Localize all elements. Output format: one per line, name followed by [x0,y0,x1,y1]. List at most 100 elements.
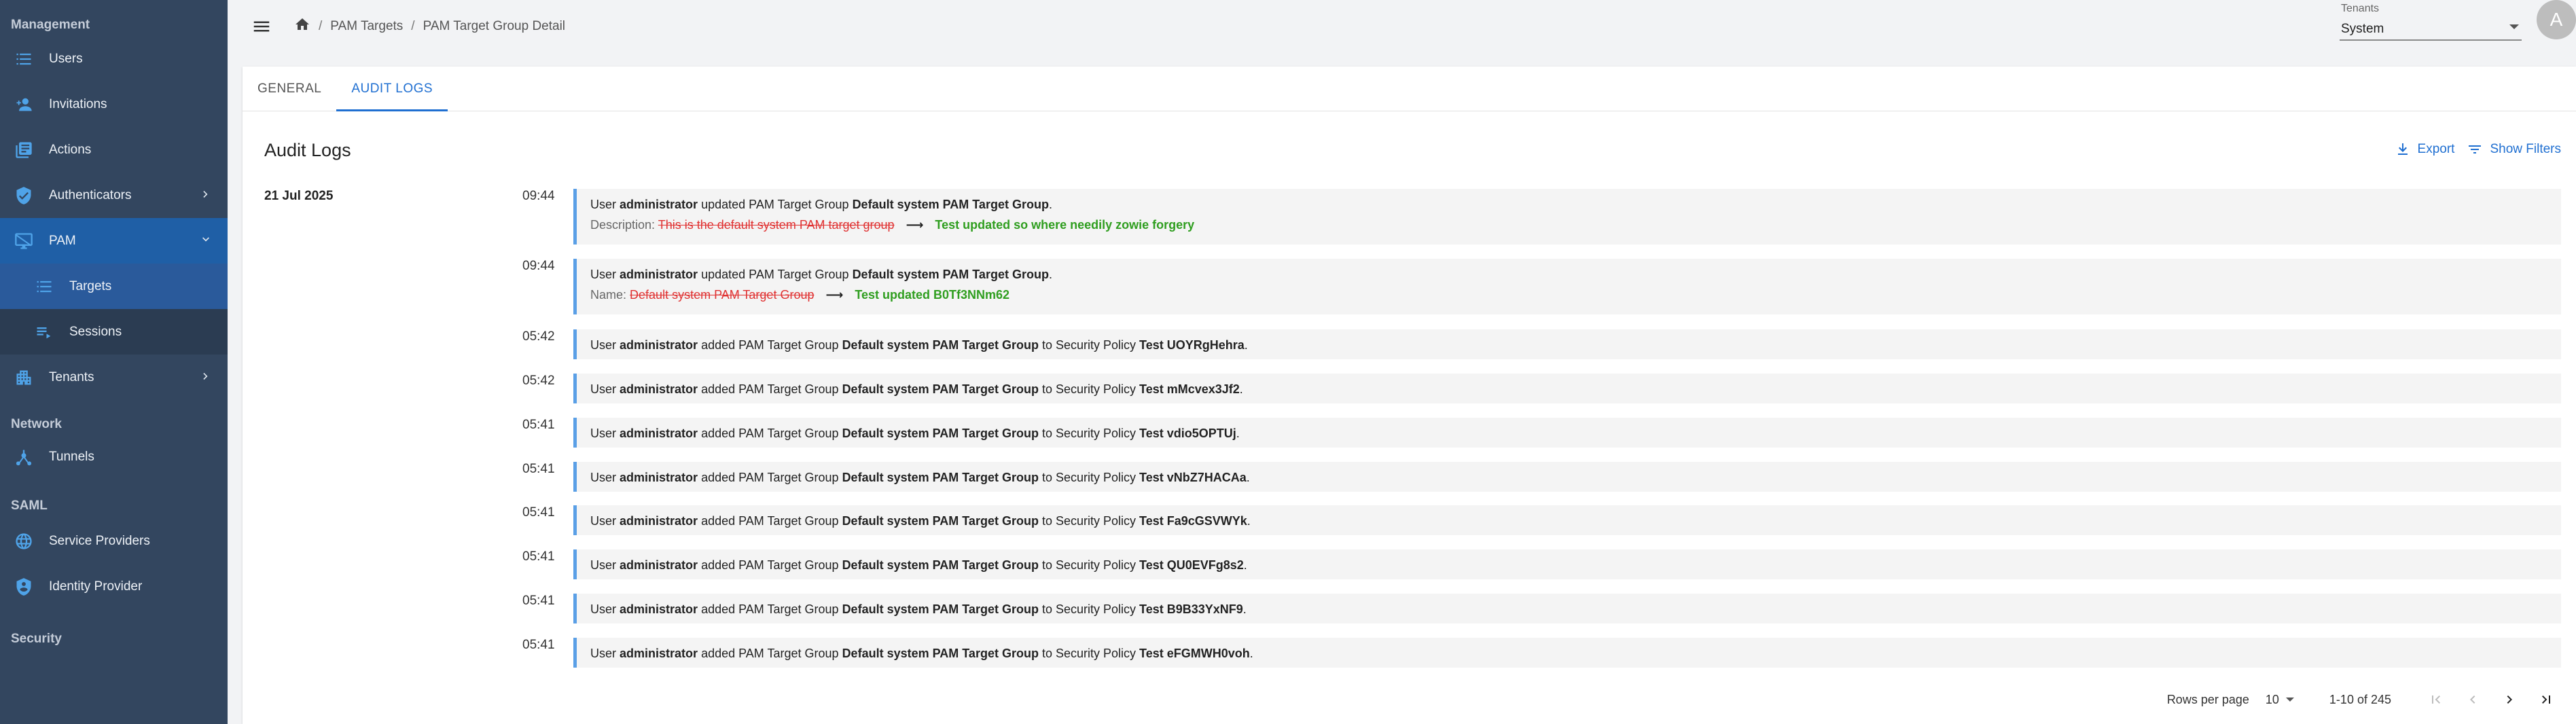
sidebar-item-label: Tenants [49,369,94,384]
log-entry: 05:42 User administrator added PAM Targe… [522,329,2561,359]
shield-check-icon [14,185,34,206]
download-icon [2397,143,2408,155]
log-policy: Test vNbZ7HACAa [1139,471,1247,484]
top-bar: / PAM Targets / PAM Target Group Detail … [228,0,2576,53]
tenant-select[interactable]: Tenants System [2340,1,2522,41]
log-text: User [590,602,617,616]
tab-general[interactable]: GENERAL [243,67,336,111]
sidebar-item-label: Tunnels [49,450,94,464]
sidebar-item-invitations[interactable]: Invitations [0,82,228,127]
sidebar-item-label: Targets [69,278,112,293]
hub-icon [14,447,34,467]
first-page-button[interactable] [2421,685,2451,714]
sidebar-item-label: Users [49,51,83,66]
log-target-group: Default system PAM Target Group [842,602,1039,616]
apartment-icon [14,367,34,388]
breadcrumb: / PAM Targets / PAM Target Group Detail [294,16,565,37]
log-time: 09:44 [522,189,555,203]
rows-per-page-select[interactable]: 10 [2266,693,2294,707]
sidebar-item-targets[interactable]: Targets [0,264,228,309]
desktop-access-disabled-icon [14,231,34,251]
sidebar-item-sessions[interactable]: Sessions [0,309,228,355]
log-time: 05:41 [522,462,555,476]
log-time: 05:41 [522,549,555,564]
home-icon[interactable] [294,16,310,37]
log-time: 05:41 [522,594,555,608]
sidebar-item-actions[interactable]: Actions [0,127,228,173]
log-policy: Test QU0EVFg8s2 [1139,558,1244,572]
last-page-button[interactable] [2531,685,2561,714]
log-text: User [590,558,617,572]
log-content: User administrator updated PAM Target Gr… [573,189,2561,245]
menu-icon[interactable] [248,13,275,40]
log-text: to Security Policy [1041,382,1137,396]
breadcrumb-separator: / [411,19,415,33]
log-old-value: This is the default system PAM target gr… [658,218,895,232]
sidebar-item-identity-provider[interactable]: Identity Provider [0,564,228,609]
log-time: 05:41 [522,505,555,520]
log-content: User administrator added PAM Target Grou… [573,549,2561,579]
sidebar-item-label: Service Providers [49,533,150,548]
log-user: administrator [620,268,698,281]
log-text: . [1242,602,1247,616]
log-text: User [590,268,617,281]
sidebar-item-label: Authenticators [49,187,132,202]
sidebar-item-authenticators[interactable]: Authenticators [0,173,228,218]
log-user: administrator [620,382,698,396]
rows-per-page-value: 10 [2265,692,2279,706]
log-text: to Security Policy [1041,558,1137,572]
log-text: added PAM Target Group [701,558,839,572]
sidebar-item-tunnels[interactable]: Tunnels [0,437,228,477]
section-title: Audit Logs [264,140,351,160]
sidebar-item-label: Identity Provider [49,579,143,594]
log-text: to Security Policy [1041,602,1137,616]
sidebar-item-tenants[interactable]: Tenants [0,355,228,400]
log-policy: Test B9B33YxNF9 [1139,602,1243,616]
log-text: added PAM Target Group [701,427,839,440]
log-new-value: Test updated B0Tf3NNm62 [855,288,1010,302]
log-content: User administrator added PAM Target Grou… [573,638,2561,668]
detail-card: GENERAL AUDIT LOGS Audit Logs Export Sho… [243,67,2576,724]
show-filters-button[interactable]: Show Filters [2467,141,2561,158]
sidebar-item-service-providers[interactable]: Service Providers [0,518,228,564]
globe-icon [14,531,34,551]
log-entry: 05:41 User administrator added PAM Targe… [522,638,2561,668]
log-text: . [1048,268,1052,281]
breadcrumb-pam-targets[interactable]: PAM Targets [330,19,403,34]
sidebar-item-users[interactable]: Users [0,36,228,82]
log-text: added PAM Target Group [701,382,839,396]
sidebar-section-network: Network [11,417,62,431]
log-target-group: Default system PAM Target Group [852,268,1049,281]
sidebar-item-label: Invitations [49,96,107,111]
chevron-down-icon [199,233,213,247]
log-text: . [1048,198,1052,211]
log-text: . [1246,471,1250,484]
tab-audit-logs[interactable]: AUDIT LOGS [336,67,448,111]
sidebar-item-pam[interactable]: PAM [0,218,228,264]
avatar[interactable]: A [2537,0,2576,39]
log-text: . [1247,514,1251,528]
previous-page-button[interactable] [2458,685,2488,714]
log-target-group: Default system PAM Target Group [842,471,1039,484]
log-policy: Test eFGMWH0voh [1139,647,1250,660]
export-button[interactable]: Export [2395,141,2454,158]
log-text: to Security Policy [1041,471,1137,484]
log-target-group: Default system PAM Target Group [842,647,1039,660]
tabs: GENERAL AUDIT LOGS [243,67,2576,111]
log-field: Description: [590,218,656,232]
log-content: User administrator added PAM Target Grou… [573,594,2561,623]
filter-list-icon [2469,145,2482,153]
sidebar: Management Users Invitations Actions Aut… [0,0,228,724]
next-page-button[interactable] [2494,685,2524,714]
last-page-icon [2542,695,2550,704]
log-user: administrator [620,471,698,484]
log-text: . [1236,427,1240,440]
log-target-group: Default system PAM Target Group [842,338,1039,352]
log-content: User administrator added PAM Target Grou… [573,505,2561,535]
log-target-group: Default system PAM Target Group [842,382,1039,396]
sidebar-section-security: Security [11,632,62,646]
arrow-right-icon: ⟶ [906,218,924,232]
log-text: User [590,514,617,528]
log-content: User administrator added PAM Target Grou… [573,418,2561,448]
log-text: to Security Policy [1041,514,1137,528]
